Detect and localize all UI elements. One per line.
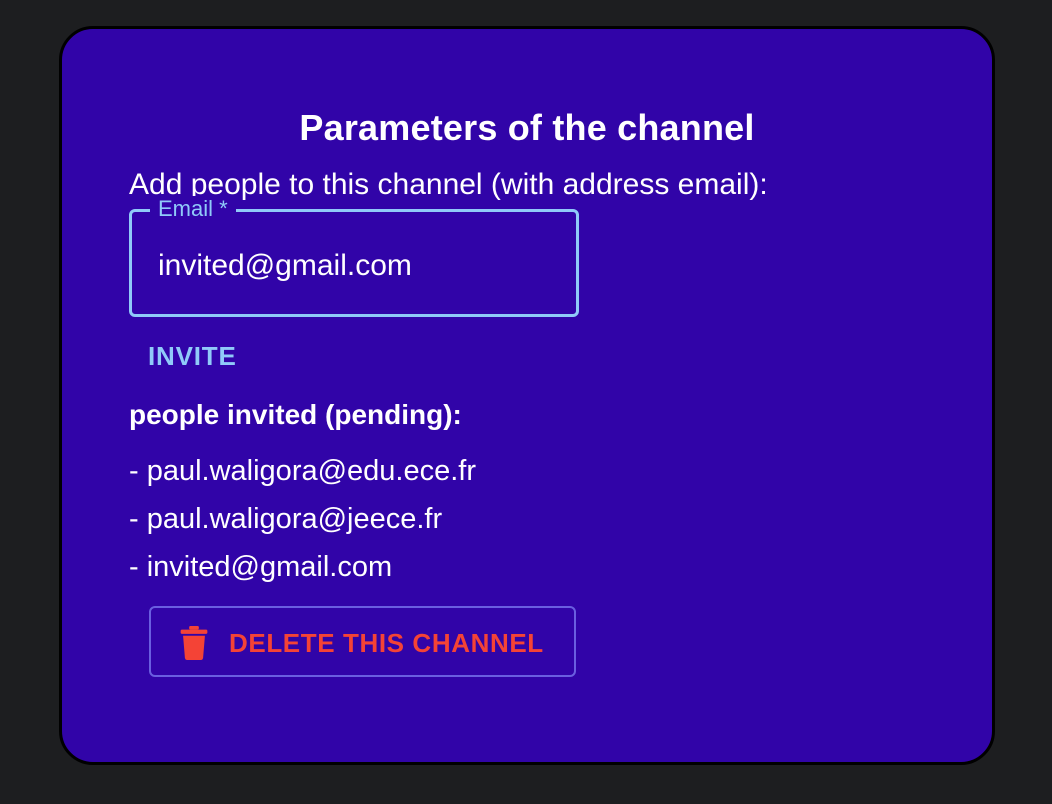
dialog-title: Parameters of the channel (299, 107, 755, 148)
list-item: - invited@gmail.com (129, 551, 393, 583)
email-field-label: Email * (150, 196, 236, 222)
list-item: - paul.waligora@edu.ece.fr (129, 455, 477, 487)
email-input-value[interactable]: invited@gmail.com (158, 248, 412, 284)
channel-parameters-dialog: Parameters of the channel Add people to … (59, 26, 995, 765)
list-item: - paul.waligora@jeece.fr (129, 503, 443, 535)
invited-people-heading: people invited (pending): (129, 399, 462, 430)
invited-people-list: - paul.waligora@edu.ece.fr - paul.waligo… (129, 447, 476, 591)
email-field[interactable]: Email * invited@gmail.com (129, 196, 579, 317)
trash-icon (180, 626, 208, 660)
delete-channel-button[interactable]: DELETE THIS CHANNEL (149, 606, 576, 677)
delete-channel-label: DELETE THIS CHANNEL (229, 628, 544, 658)
invite-button[interactable]: INVITE (134, 331, 251, 381)
